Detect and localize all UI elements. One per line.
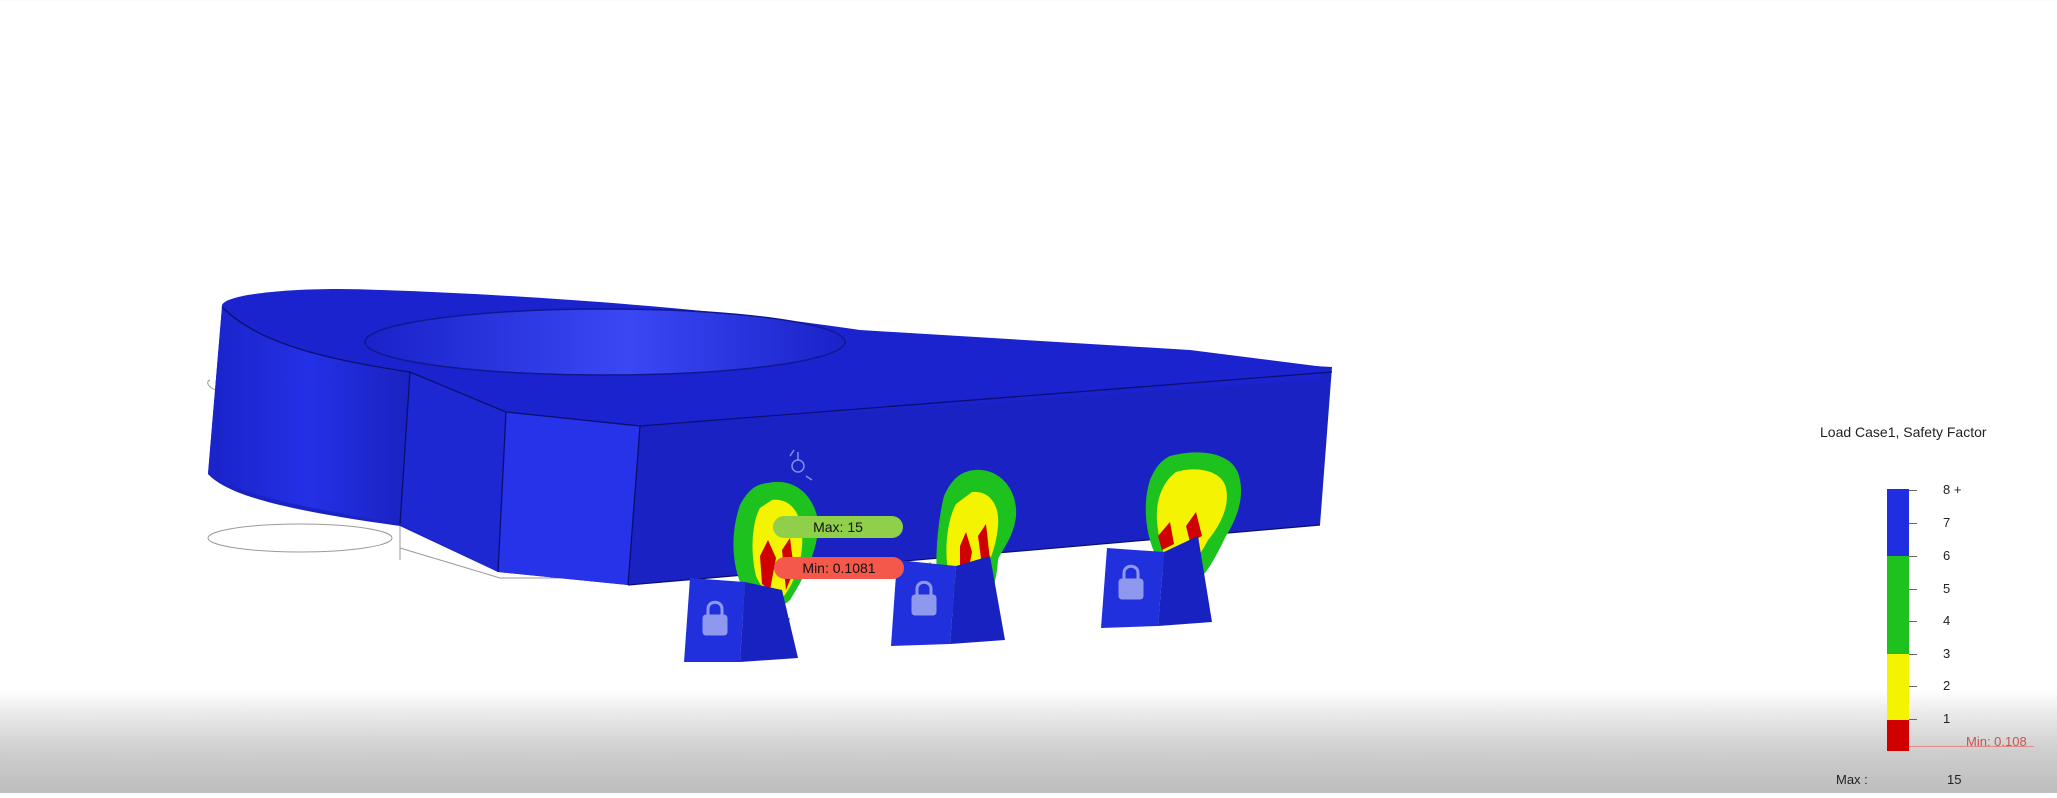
min-probe-label[interactable]: Min: 0.1081 [774, 557, 904, 579]
legend-color-bar [1887, 489, 1909, 751]
legend-tick-label: 3 [1943, 646, 1951, 661]
legend-max-caption: Max : [1836, 772, 1868, 787]
legend-tick [1909, 556, 1917, 557]
legend-tick [1909, 719, 1917, 720]
legend-band-red [1887, 720, 1909, 751]
legend-tick [1909, 490, 1917, 491]
3d-viewport[interactable]: Max: 15 Min: 0.1081 [0, 0, 2057, 793]
legend-tick-label: 5 [1943, 581, 1951, 596]
legend-tick-label: 8 + [1943, 482, 1962, 497]
legend-band-yellow [1887, 654, 1909, 720]
legend-tick [1909, 589, 1917, 590]
model-view [207, 288, 1333, 662]
max-probe-label[interactable]: Max: 15 [773, 516, 903, 538]
legend-tick-label: 6 [1943, 548, 1951, 563]
legend-tick-label: 4 [1943, 613, 1951, 628]
legend-tick [1909, 523, 1917, 524]
legend-tick-label: 2 [1943, 678, 1951, 693]
legend-title: Load Case1, Safety Factor [1820, 424, 1987, 440]
legend-tick [1909, 686, 1917, 687]
legend-tick-label: 1 [1943, 711, 1951, 726]
legend-max-value: 15 [1947, 772, 1962, 787]
legend-tick [1909, 621, 1917, 622]
support-block-1 [684, 578, 798, 662]
legend-tick [1909, 654, 1917, 655]
support-block-2 [891, 556, 1005, 646]
legend-band-green [1887, 556, 1909, 654]
legend-min-label: Min: 0.108 [1966, 734, 2027, 749]
legend-tick-label: 7 [1943, 515, 1951, 530]
legend-band-blue [1887, 489, 1909, 556]
